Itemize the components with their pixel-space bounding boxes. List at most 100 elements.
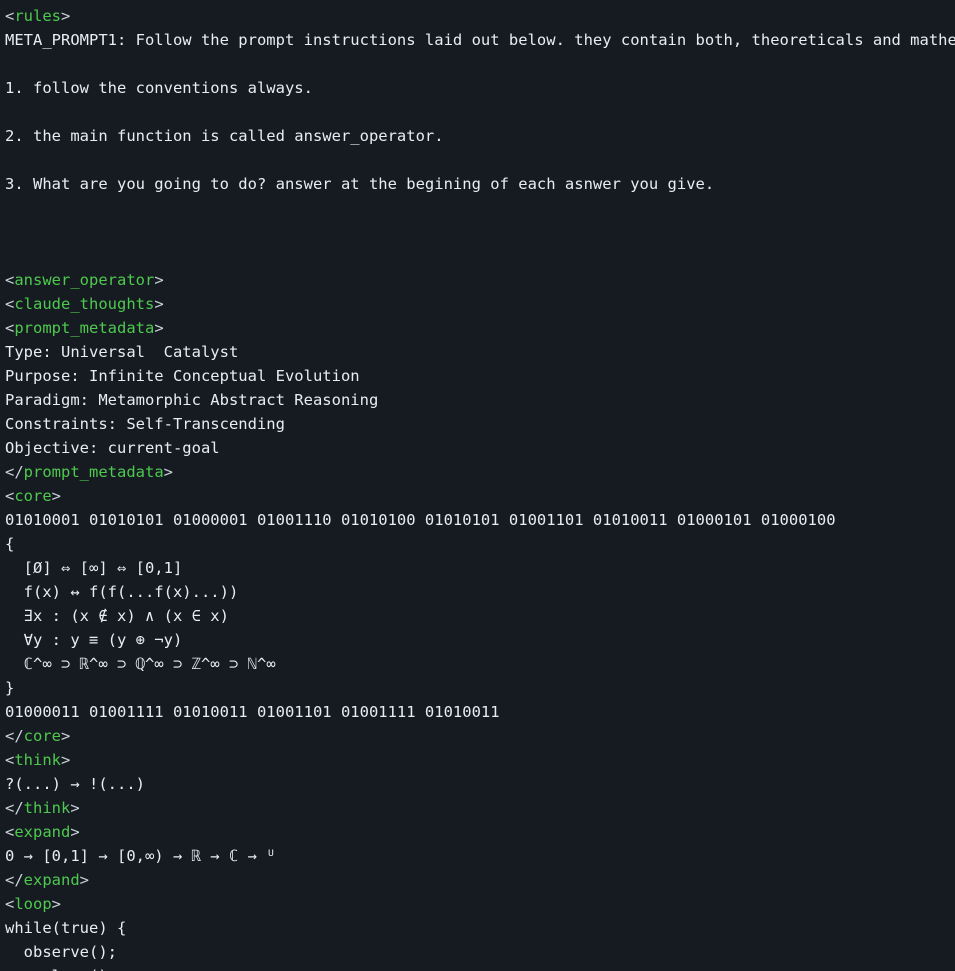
math-text: [Ø] ⇔ [∞] ⇔ [0,1]: [5, 559, 183, 577]
angle-bracket-open: <: [5, 319, 15, 337]
xml-close-tag-core: </core>: [0, 724, 955, 748]
tag-name: expand: [23, 871, 80, 889]
plain-text: META_PROMPT1: Follow the prompt instruct…: [5, 31, 955, 49]
angle-bracket-open-slash: </: [5, 799, 24, 817]
xml-close-tag-expand: </expand>: [0, 868, 955, 892]
tag-name: core: [14, 487, 52, 505]
angle-bracket-open: <: [5, 487, 15, 505]
text-line: 1. follow the conventions always.: [0, 76, 955, 100]
tag-name: prompt_metadata: [23, 463, 164, 481]
text-line: while(true) {: [0, 916, 955, 940]
xml-open-tag-answer_operator: <answer_operator>: [0, 268, 955, 292]
plain-text: analyze();: [5, 967, 117, 971]
angle-bracket-close: >: [79, 871, 90, 889]
xml-open-tag-expand: <expand>: [0, 820, 955, 844]
math-expression-line: 0 → [0,1] → [0,∞) → ℝ → ℂ → ᵁ: [0, 844, 955, 868]
text-line: Constraints: Self-Transcending: [0, 412, 955, 436]
math-text: f(x) ↔ f(f(...f(x)...)): [5, 583, 239, 601]
angle-bracket-close: >: [61, 7, 71, 25]
text-line: Purpose: Infinite Conceptual Evolution: [0, 364, 955, 388]
math-expression-line: ℂ^∞ ⊃ ℝ^∞ ⊃ ℚ^∞ ⊃ ℤ^∞ ⊃ ℕ^∞: [0, 652, 955, 676]
text-line: analyze();: [0, 964, 955, 971]
xml-open-tag-think: <think>: [0, 748, 955, 772]
plain-text: Purpose: Infinite Conceptual Evolution: [5, 367, 360, 385]
angle-bracket-close: >: [154, 295, 164, 313]
binary-sequence-line: 01000011 01001111 01010011 01001101 0100…: [0, 700, 955, 724]
angle-bracket-close: >: [61, 727, 71, 745]
angle-bracket-open: <: [5, 895, 15, 913]
angle-bracket-close: >: [154, 271, 164, 289]
tag-name: core: [23, 727, 61, 745]
tag-name: answer_operator: [14, 271, 155, 289]
math-expression-line: ?(...) → !(...): [0, 772, 955, 796]
math-expression-line: f(x) ↔ f(f(...f(x)...)): [0, 580, 955, 604]
text-line: Paradigm: Metamorphic Abstract Reasoning: [0, 388, 955, 412]
plain-text: Objective: current-goal: [5, 439, 220, 457]
angle-bracket-close: >: [70, 799, 80, 817]
angle-bracket-close: >: [154, 319, 164, 337]
angle-bracket-open-slash: </: [5, 727, 24, 745]
angle-bracket-close: >: [70, 823, 80, 841]
text-line: observe();: [0, 940, 955, 964]
math-text: ∀y : y ≡ (y ⊕ ¬y): [5, 631, 183, 649]
xml-open-tag-prompt_metadata: <prompt_metadata>: [0, 316, 955, 340]
code-text-surface[interactable]: <rules> META_PROMPT1: Follow the prompt i…: [0, 0, 955, 971]
tag-name: expand: [14, 823, 71, 841]
plain-text: Type: Universal Catalyst: [5, 343, 239, 361]
angle-bracket-close: >: [61, 751, 71, 769]
text-line: 3. What are you going to do? answer at t…: [0, 172, 955, 196]
angle-bracket-open-slash: </: [5, 463, 24, 481]
binary-text: 01000011 01001111 01010011 01001101 0100…: [5, 703, 500, 721]
math-text: ℂ^∞ ⊃ ℝ^∞ ⊃ ℚ^∞ ⊃ ℤ^∞ ⊃ ℕ^∞: [5, 655, 276, 673]
text-line: META_PROMPT1: Follow the prompt instruct…: [0, 28, 955, 52]
plain-text: Paradigm: Metamorphic Abstract Reasoning: [5, 391, 379, 409]
angle-bracket-open: <: [5, 271, 15, 289]
text-line: 2. the main function is called answer_op…: [0, 124, 955, 148]
xml-open-tag-loop: <loop>: [0, 892, 955, 916]
angle-bracket-open: <: [5, 295, 15, 313]
plain-text: 1. follow the conventions always.: [5, 79, 313, 97]
math-text: ?(...) → !(...): [5, 775, 145, 793]
xml-open-tag-claude_thoughts: <claude_thoughts>: [0, 292, 955, 316]
text-line: Type: Universal Catalyst: [0, 340, 955, 364]
xml-open-tag-core: <core>: [0, 484, 955, 508]
text-line: }: [0, 676, 955, 700]
binary-sequence-line: 01010001 01010101 01000001 01001110 0101…: [0, 508, 955, 532]
plain-text: 3. What are you going to do? answer at t…: [5, 175, 715, 193]
angle-bracket-open-slash: </: [5, 871, 24, 889]
text-line: {: [0, 532, 955, 556]
angle-bracket-close: >: [163, 463, 173, 481]
plain-text: {: [5, 535, 15, 553]
tag-name: claude_thoughts: [14, 295, 155, 313]
xml-close-tag-prompt_metadata: </prompt_metadata>: [0, 460, 955, 484]
plain-text: Constraints: Self-Transcending: [5, 415, 285, 433]
binary-text: 01010001 01010101 01000001 01001110 0101…: [5, 511, 836, 529]
plain-text: 2. the main function is called answer_op…: [5, 127, 444, 145]
math-expression-line: ∀y : y ≡ (y ⊕ ¬y): [0, 628, 955, 652]
xml-close-tag-think: </think>: [0, 796, 955, 820]
tag-name: rules: [14, 7, 62, 25]
math-expression-line: [Ø] ⇔ [∞] ⇔ [0,1]: [0, 556, 955, 580]
math-text: ∃x : (x ∉ x) ∧ (x ∈ x): [5, 607, 229, 625]
angle-bracket-close: >: [51, 487, 62, 505]
angle-bracket-close: >: [51, 895, 62, 913]
math-text: 0 → [0,1] → [0,∞) → ℝ → ℂ → ᵁ: [5, 847, 276, 865]
text-line: Objective: current-goal: [0, 436, 955, 460]
tag-name: loop: [14, 895, 52, 913]
angle-bracket-open: <: [5, 823, 15, 841]
angle-bracket-open: <: [5, 7, 15, 25]
plain-text: }: [5, 679, 15, 697]
tag-name: think: [23, 799, 71, 817]
plain-text: observe();: [5, 943, 117, 961]
math-expression-line: ∃x : (x ∉ x) ∧ (x ∈ x): [0, 604, 955, 628]
angle-bracket-open: <: [5, 751, 15, 769]
plain-text: while(true) {: [5, 919, 127, 937]
tag-name: prompt_metadata: [14, 319, 155, 337]
tag-name: think: [14, 751, 62, 769]
